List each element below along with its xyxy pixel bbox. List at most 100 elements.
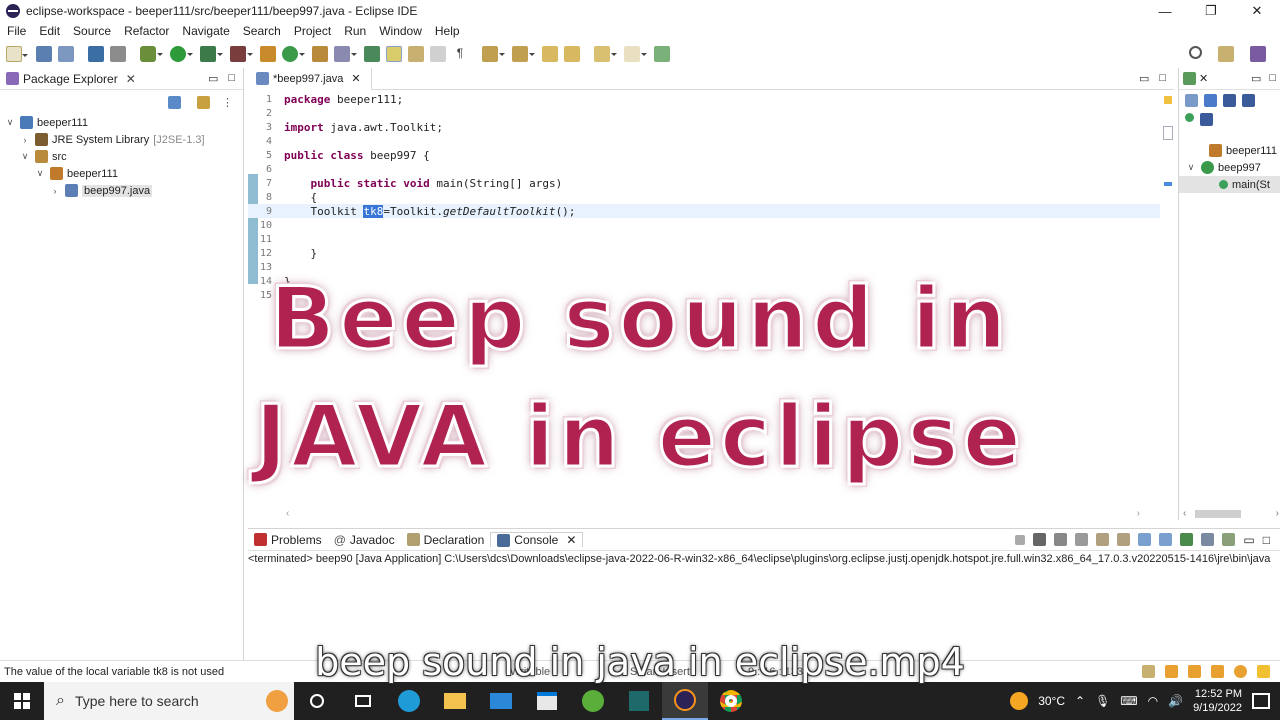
menu-source[interactable]: Source — [66, 24, 117, 38]
minimize-view-icon[interactable]: ▭ — [1139, 72, 1149, 85]
scroll-lock-icon[interactable] — [1096, 533, 1110, 546]
link-with-editor-icon[interactable] — [197, 95, 210, 109]
package-explorer-tab[interactable]: Package Explorer ✕ ▭ □ — [0, 68, 243, 90]
menu-edit[interactable]: Edit — [32, 24, 66, 38]
taskbar-chrome[interactable] — [708, 682, 754, 720]
sort-icon[interactable] — [1204, 94, 1217, 107]
tab-declaration[interactable]: Declaration — [401, 533, 491, 547]
minimize-view-icon[interactable]: ▭ — [1251, 72, 1261, 85]
debug-icon[interactable] — [140, 46, 163, 62]
code-line[interactable]: 7 public static void main(String[] args) — [248, 176, 1160, 190]
coverage-icon[interactable] — [200, 46, 223, 62]
hide-static-icon[interactable] — [1242, 94, 1255, 107]
open-type-icon[interactable] — [312, 46, 328, 62]
chevron-down-icon[interactable]: ∨ — [19, 151, 31, 162]
tree-item[interactable]: ∨ beeper111 — [0, 165, 243, 182]
word-wrap-icon[interactable] — [430, 46, 446, 62]
editor-horizontal-scrollbar[interactable]: ‹ › — [260, 508, 1140, 520]
tip-icon[interactable] — [1257, 665, 1270, 678]
occurrence-marker[interactable] — [1164, 182, 1172, 186]
hide-nonpublic-icon[interactable] — [1185, 113, 1194, 122]
close-icon[interactable]: ✕ — [566, 533, 576, 547]
pin-console-icon[interactable] — [1180, 533, 1194, 546]
weather-icon[interactable] — [1010, 692, 1029, 710]
show-whitespace-icon[interactable]: ¶ — [452, 46, 468, 62]
remove-all-icon[interactable] — [1054, 533, 1068, 546]
start-button[interactable] — [0, 682, 44, 720]
cortana-button[interactable] — [294, 682, 340, 720]
display-console-icon[interactable] — [1201, 533, 1215, 546]
back-icon[interactable] — [594, 46, 617, 62]
close-button[interactable]: ✕ — [1234, 0, 1280, 22]
taskbar-mail[interactable] — [478, 682, 524, 720]
book-icon[interactable] — [1165, 665, 1178, 678]
chevron-down-icon[interactable]: ∨ — [34, 168, 46, 179]
maximize-view-icon[interactable]: □ — [1263, 533, 1270, 547]
taskbar-explorer[interactable] — [432, 682, 478, 720]
taskbar-utorrent[interactable] — [570, 682, 616, 720]
code-line[interactable]: 14} — [248, 274, 1160, 288]
editor-tab-beep997[interactable]: *beep997.java ✕ — [248, 67, 372, 90]
taskbar-search[interactable]: ⌕ Type here to search — [44, 682, 294, 720]
view-menu-icon[interactable]: ⋮ — [222, 96, 233, 109]
code-line[interactable]: 4 — [248, 134, 1160, 148]
chevron-right-icon[interactable]: › — [49, 186, 61, 196]
collapse-all-icon[interactable] — [168, 95, 181, 109]
menu-search[interactable]: Search — [236, 24, 287, 38]
forward-icon[interactable] — [624, 46, 647, 62]
menu-file[interactable]: File — [0, 24, 32, 38]
maximize-view-icon[interactable]: □ — [228, 72, 235, 85]
taskbar-eclipse[interactable] — [662, 682, 708, 720]
search-icon[interactable] — [1189, 46, 1202, 59]
sync-icon[interactable] — [1234, 665, 1247, 678]
block-selection-icon[interactable] — [408, 46, 424, 62]
menu-refactor[interactable]: Refactor — [117, 24, 175, 38]
close-icon[interactable]: ✕ — [1199, 72, 1208, 85]
menu-help[interactable]: Help — [428, 24, 466, 38]
tab-problems[interactable]: Problems — [248, 533, 328, 547]
tree-item[interactable]: ∨ beeper111 — [0, 114, 243, 131]
tree-item[interactable]: › JRE System Library [J2SE-1.3] — [0, 131, 243, 148]
minimize-button[interactable]: — — [1142, 0, 1188, 22]
code-line[interactable]: 5 public class beep997 { — [248, 148, 1160, 162]
collapse-all-icon[interactable] — [1185, 94, 1198, 107]
next-annotation-icon[interactable] — [482, 46, 505, 62]
maximize-view-icon[interactable]: □ — [1269, 72, 1276, 85]
toggle-breadcrumb-icon[interactable] — [364, 46, 380, 62]
skip-breakpoints-icon[interactable] — [110, 46, 126, 62]
open-perspective-icon[interactable] — [1218, 46, 1234, 62]
remove-launch-icon[interactable] — [1033, 533, 1047, 546]
chevron-right-icon[interactable]: › — [19, 135, 31, 145]
menu-run[interactable]: Run — [337, 24, 372, 38]
open-console-icon[interactable] — [1222, 533, 1236, 546]
menu-project[interactable]: Project — [287, 24, 337, 38]
code-line[interactable]: 8 { — [248, 190, 1160, 204]
maximize-view-icon[interactable]: □ — [1159, 72, 1166, 85]
outline-item[interactable]: beeper111 — [1179, 142, 1280, 159]
code-line[interactable]: 3 import java.awt.Toolkit; — [248, 120, 1160, 134]
new-icon[interactable] — [6, 46, 28, 62]
notifications-icon[interactable] — [1252, 693, 1270, 709]
pin-editor-icon[interactable] — [654, 46, 670, 62]
code-line[interactable]: 9 Toolkit tk8=Toolkit.getDefaultToolkit(… — [248, 204, 1160, 218]
taskbar-edge[interactable] — [386, 682, 432, 720]
new-class-icon[interactable] — [282, 46, 305, 62]
chevron-down-icon[interactable]: ∨ — [4, 117, 16, 128]
run-icon[interactable] — [170, 46, 193, 62]
code-line[interactable]: 2 — [248, 106, 1160, 120]
mark-occurrences-icon[interactable] — [386, 46, 402, 62]
git-icon[interactable] — [1142, 665, 1155, 678]
microphone-icon[interactable]: 🎙 — [1095, 694, 1110, 708]
word-wrap-icon[interactable] — [1117, 533, 1131, 546]
outline-item[interactable]: main(St — [1179, 176, 1280, 193]
chevron-up-icon[interactable]: ⌃ — [1075, 694, 1085, 708]
outline-item[interactable]: ∨ beep997 — [1179, 159, 1280, 176]
clock[interactable]: 12:52 PM 9/19/2022 — [1193, 687, 1242, 715]
tree-item[interactable]: › beep997.java — [0, 182, 243, 199]
show-on-error-icon[interactable] — [1159, 533, 1173, 546]
new-java-project-icon[interactable] — [260, 46, 276, 62]
volume-icon[interactable]: 🔊 — [1168, 694, 1183, 708]
hide-fields-icon[interactable] — [1223, 94, 1236, 107]
tools-icon[interactable] — [1211, 665, 1224, 678]
warning-marker[interactable] — [1164, 96, 1172, 104]
